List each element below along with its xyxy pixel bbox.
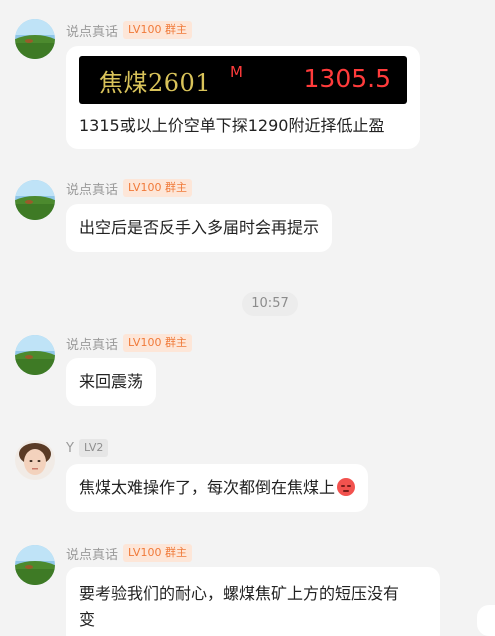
avatar-person[interactable] bbox=[15, 440, 55, 480]
time-divider: 10:57 bbox=[242, 292, 298, 316]
sender-name[interactable]: Y bbox=[66, 441, 74, 456]
owner-badge: LV100 群主 bbox=[123, 21, 192, 39]
message-meta: 说点真话 LV100 群主 bbox=[66, 333, 192, 353]
ticker-name: 焦煤2601 bbox=[99, 69, 212, 97]
owner-badge: LV100 群主 bbox=[123, 334, 192, 352]
message-meta: 说点真话 LV100 群主 bbox=[66, 178, 192, 198]
avatar-landscape[interactable] bbox=[15, 180, 55, 220]
avatar-landscape[interactable] bbox=[15, 545, 55, 585]
person-avatar-icon bbox=[15, 440, 55, 480]
sender-name[interactable]: 说点真话 bbox=[66, 179, 118, 198]
owner-badge: LV100 群主 bbox=[123, 179, 192, 197]
message-text: 来回震荡 bbox=[79, 372, 144, 391]
landscape-avatar-icon bbox=[15, 19, 55, 59]
level-badge: LV2 bbox=[78, 439, 109, 457]
message-bubble[interactable]: 焦煤太难操作了，每次都倒在焦煤上 bbox=[66, 464, 369, 512]
chat-window: 说点真话 LV100 群主 焦煤2601 M 1305.5 1315或以上价空单… bbox=[0, 0, 495, 636]
angry-face-emoji-icon bbox=[337, 478, 356, 496]
message-bubble[interactable]: 来回震荡 bbox=[66, 358, 157, 406]
message-text: 焦煤太难操作了，每次都倒在焦煤上 bbox=[79, 478, 336, 497]
sender-name[interactable]: 说点真话 bbox=[66, 544, 118, 563]
message-text-line: 要考验我们的耐心，螺煤焦矿上方的短压没有 bbox=[79, 584, 400, 603]
message-meta: 说点真话 LV100 群主 bbox=[66, 543, 192, 563]
partial-bubble-edge bbox=[477, 605, 495, 636]
message-text: 出空后是否反手入多届时会再提示 bbox=[79, 218, 320, 237]
landscape-avatar-icon bbox=[15, 545, 55, 585]
owner-badge: LV100 群主 bbox=[123, 544, 192, 562]
message-meta: Y LV2 bbox=[66, 438, 109, 458]
message-text-line: 变 bbox=[79, 610, 96, 629]
message-bubble[interactable]: 出空后是否反手入多届时会再提示 bbox=[66, 204, 333, 252]
message-text: 1315或以上价空单下探1290附近择低止盈 bbox=[79, 116, 385, 135]
message-bubble[interactable]: 要考验我们的耐心，螺煤焦矿上方的短压没有 变 bbox=[66, 567, 440, 636]
landscape-avatar-icon bbox=[15, 180, 55, 220]
landscape-avatar-icon bbox=[15, 335, 55, 375]
ticker-image[interactable]: 焦煤2601 M 1305.5 bbox=[79, 56, 407, 104]
ticker-price: 1305.5 bbox=[303, 64, 391, 93]
sender-name[interactable]: 说点真话 bbox=[66, 21, 118, 40]
ticker-flag: M bbox=[230, 63, 243, 81]
avatar-landscape[interactable] bbox=[15, 19, 55, 59]
sender-name[interactable]: 说点真话 bbox=[66, 334, 118, 353]
avatar-landscape[interactable] bbox=[15, 335, 55, 375]
message-meta: 说点真话 LV100 群主 bbox=[66, 20, 192, 40]
